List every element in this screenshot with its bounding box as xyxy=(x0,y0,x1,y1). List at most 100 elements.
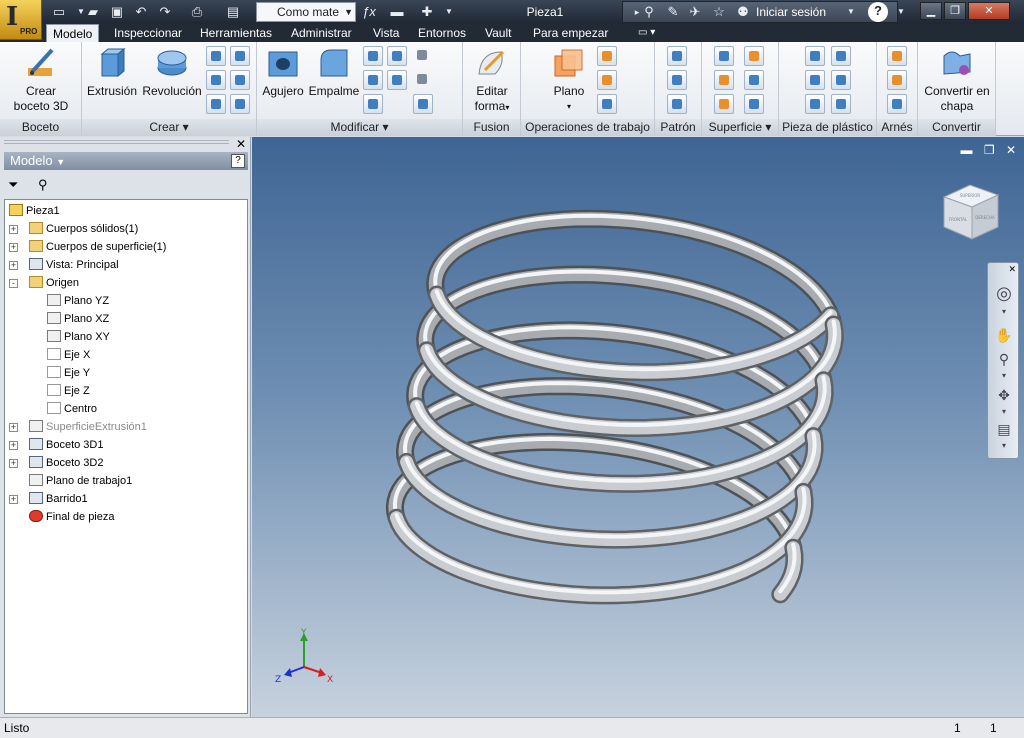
binoculars-icon[interactable]: ⚲ xyxy=(640,3,658,21)
shell-icon[interactable] xyxy=(363,70,383,90)
pan-icon[interactable]: ✋ xyxy=(993,327,1015,347)
face-draft-icon[interactable] xyxy=(387,70,407,90)
tree-node[interactable]: Centro xyxy=(47,400,97,418)
select-icon[interactable]: ▤ xyxy=(224,3,242,21)
rule-fillet-icon[interactable] xyxy=(805,94,825,114)
tab-modelo[interactable]: Modelo xyxy=(46,24,100,42)
sculpt-icon[interactable] xyxy=(714,70,734,90)
tab-para-empezar[interactable]: Para empezar xyxy=(527,24,614,42)
tree-node[interactable]: Plano de trabajo1 xyxy=(29,472,132,490)
tree-expander[interactable]: - xyxy=(9,279,18,288)
navbar-close-icon[interactable]: ✕ xyxy=(1008,264,1016,275)
mirror-icon[interactable] xyxy=(667,94,687,114)
convert-sheet-metal-button[interactable]: Convertir en chapa xyxy=(920,46,994,114)
application-menu-button[interactable]: I PRO xyxy=(0,0,42,40)
tree-node[interactable]: Final de pieza xyxy=(29,508,115,526)
steering-wheel-icon[interactable]: ◎ xyxy=(993,283,1015,303)
extrusion-button[interactable]: Extrusión xyxy=(86,46,138,99)
delete-face-icon[interactable] xyxy=(744,94,764,114)
move-face-icon[interactable] xyxy=(413,70,433,90)
tab-vault[interactable]: Vault xyxy=(479,24,517,42)
tree-node[interactable]: Cuerpos de superficie(1) xyxy=(29,238,166,256)
customize-dropdown-icon[interactable]: ▼ xyxy=(440,3,458,21)
stitch-icon[interactable] xyxy=(714,46,734,66)
rectangular-pattern-icon[interactable] xyxy=(667,46,687,66)
tree-expander[interactable]: + xyxy=(9,459,18,468)
work-point-icon[interactable] xyxy=(597,70,617,90)
plane-button[interactable]: Plano ▾ xyxy=(543,46,595,114)
redo-icon[interactable]: ↷ xyxy=(156,3,174,21)
graphics-viewport[interactable]: ▬ ❐ ✕ SUPERIOR FRONTAL DERECHA ✕ ◎ ▾ ✋ ⚲… xyxy=(252,137,1024,717)
harness-icon[interactable] xyxy=(887,46,907,66)
orbit-icon[interactable]: ✥ xyxy=(993,387,1015,407)
tree-expander[interactable]: + xyxy=(9,261,18,270)
tree-expander[interactable]: + xyxy=(9,423,18,432)
harness-2-icon[interactable] xyxy=(887,70,907,90)
revolucion-button[interactable]: Revolución xyxy=(140,46,204,99)
ribbon-options-icon[interactable]: ▭ ▾ xyxy=(632,24,661,42)
tree-expander[interactable]: + xyxy=(9,441,18,450)
save-icon[interactable]: ▣ xyxy=(108,3,126,21)
tab-inspeccionar[interactable]: Inspeccionar xyxy=(108,24,188,42)
tab-vista[interactable]: Vista xyxy=(367,24,405,42)
panel-label-superficie[interactable]: Superficie ▾ xyxy=(702,119,778,136)
replace-face-icon[interactable] xyxy=(714,94,734,114)
tree-node[interactable]: Boceto 3D2 xyxy=(29,454,103,472)
browser-header[interactable]: Modelo ▼ ? xyxy=(4,152,248,170)
tree-node[interactable]: Vista: Principal xyxy=(29,256,119,274)
new-icon[interactable]: ▭ xyxy=(50,3,68,21)
thread-icon[interactable] xyxy=(387,46,407,66)
tree-node[interactable]: Plano XY xyxy=(47,328,110,346)
look-at-icon[interactable]: ▤ xyxy=(993,421,1015,441)
favorites-star-icon[interactable]: ☆ xyxy=(710,3,728,21)
harness-3-icon[interactable] xyxy=(887,94,907,114)
zoom-icon[interactable]: ⚲ xyxy=(993,351,1015,371)
open-icon[interactable]: ▰ xyxy=(84,3,102,21)
tab-entornos[interactable]: Entornos xyxy=(412,24,472,42)
satellite-icon[interactable]: ✈ xyxy=(686,3,704,21)
tree-node[interactable]: Eje X xyxy=(47,346,90,364)
tree-node[interactable]: Boceto 3D1 xyxy=(29,436,103,454)
tree-expander[interactable]: + xyxy=(9,225,18,234)
browser-help-icon[interactable]: ? xyxy=(231,154,245,168)
tree-node[interactable]: Pieza1 xyxy=(9,202,60,220)
measure-icon[interactable]: ✚ xyxy=(418,3,436,21)
chamfer-icon[interactable] xyxy=(363,46,383,66)
sign-in-link[interactable]: Iniciar sesión xyxy=(756,5,826,19)
minimize-button[interactable]: ▁ xyxy=(920,2,942,20)
grill-icon[interactable] xyxy=(805,46,825,66)
rib-icon[interactable] xyxy=(230,70,250,90)
sign-in-dropdown-icon[interactable]: ▼ xyxy=(842,3,860,21)
fx-icon[interactable]: ƒx xyxy=(360,3,378,21)
agujero-button[interactable]: Agujero xyxy=(259,46,307,99)
panel-label-crear[interactable]: Crear ▾ xyxy=(82,119,256,136)
edit-form-button[interactable]: Editar forma▾ xyxy=(465,46,519,115)
panel-label-modificar[interactable]: Modificar ▾ xyxy=(257,119,462,136)
patch-icon[interactable] xyxy=(744,46,764,66)
snap-fit-icon[interactable] xyxy=(831,70,851,90)
material-dropdown[interactable]: Como mate ▼ xyxy=(256,2,356,22)
tab-herramientas[interactable]: Herramientas xyxy=(194,24,278,42)
help-dropdown-icon[interactable]: ▼ xyxy=(892,3,910,21)
work-axis-icon[interactable] xyxy=(597,46,617,66)
tab-administrar[interactable]: Administrar xyxy=(285,24,358,42)
tree-node[interactable]: SuperficieExtrusión1 xyxy=(29,418,147,436)
coil-icon[interactable] xyxy=(230,46,250,66)
tree-expander[interactable]: + xyxy=(9,243,18,252)
tree-node[interactable]: Barrido1 xyxy=(29,490,88,508)
rest-icon[interactable] xyxy=(805,70,825,90)
user-icon[interactable]: ⚉ xyxy=(734,3,752,21)
combine-icon[interactable] xyxy=(363,94,383,114)
tree-node[interactable]: Cuerpos sólidos(1) xyxy=(29,220,138,238)
ucs-icon[interactable] xyxy=(597,94,617,114)
lip-icon[interactable] xyxy=(831,94,851,114)
close-button[interactable]: ✕ xyxy=(968,2,1010,20)
tree-node[interactable]: Plano XZ xyxy=(47,310,109,328)
sweep-icon[interactable] xyxy=(206,46,226,66)
loft-icon[interactable] xyxy=(206,70,226,90)
tree-expander[interactable]: + xyxy=(9,495,18,504)
derive-icon[interactable] xyxy=(230,94,250,114)
help-button[interactable]: ? xyxy=(868,2,888,22)
create-3d-sketch-button[interactable]: Crear boceto 3D xyxy=(6,46,76,114)
tree-node[interactable]: Origen xyxy=(29,274,79,292)
